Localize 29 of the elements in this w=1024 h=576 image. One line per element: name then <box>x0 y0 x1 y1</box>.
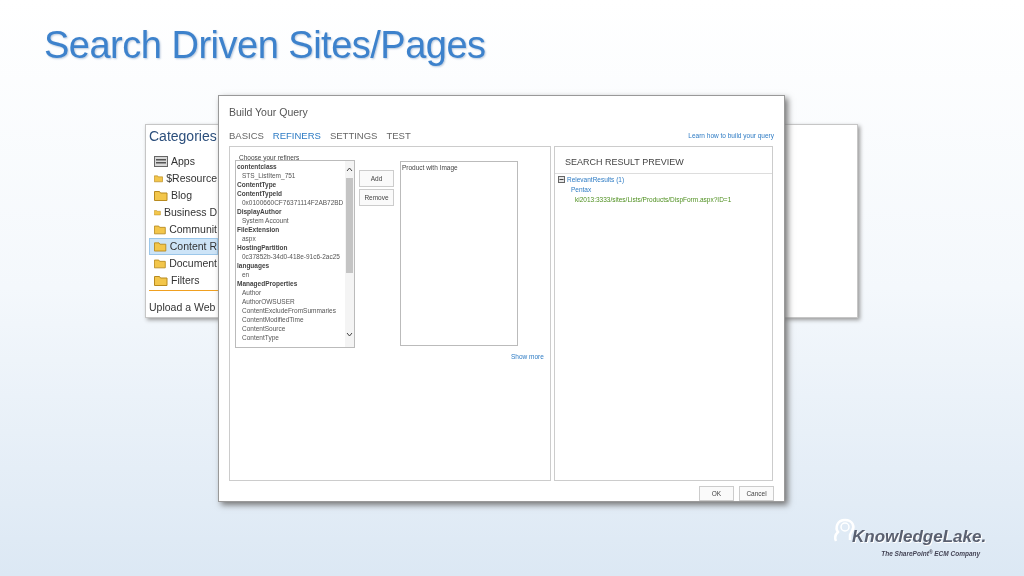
folder-icon <box>154 207 161 218</box>
tab[interactable]: REFINERS <box>272 128 321 143</box>
collapse-icon[interactable] <box>558 176 565 184</box>
app-icon <box>154 156 168 167</box>
category-item[interactable]: $Resource <box>149 170 218 187</box>
preview-title: SEARCH RESULT PREVIEW <box>565 157 684 167</box>
category-item[interactable]: Communit <box>149 221 218 238</box>
dialog-title: Build Your Query <box>229 105 309 120</box>
tab[interactable]: TEST <box>386 128 411 143</box>
scrollbar-drawing[interactable] <box>345 161 354 347</box>
category-item[interactable]: Content R <box>149 238 218 255</box>
panel-title: Categories <box>149 127 218 146</box>
category-item[interactable]: Apps <box>149 153 218 170</box>
folder-icon <box>154 275 168 286</box>
category-item[interactable]: Filters <box>149 272 218 289</box>
slide-title: Search Driven Sites/Pages <box>44 26 486 64</box>
folder-icon <box>154 190 168 201</box>
folder-icon <box>154 224 167 235</box>
folder-icon <box>154 173 164 184</box>
logo-wordmark: KnowledgeLake. <box>852 525 987 548</box>
refiners-listbox[interactable] <box>235 160 355 348</box>
upload-link[interactable]: Upload a Web <box>149 301 216 313</box>
category-item[interactable]: Blog <box>149 187 218 204</box>
folder-icon <box>154 241 167 252</box>
folder-icon <box>154 258 167 269</box>
tab[interactable]: SETTINGS <box>329 128 378 143</box>
category-item[interactable]: Business D <box>149 204 218 221</box>
category-item[interactable]: Document <box>149 255 218 272</box>
tab[interactable]: BASICS <box>229 128 264 143</box>
